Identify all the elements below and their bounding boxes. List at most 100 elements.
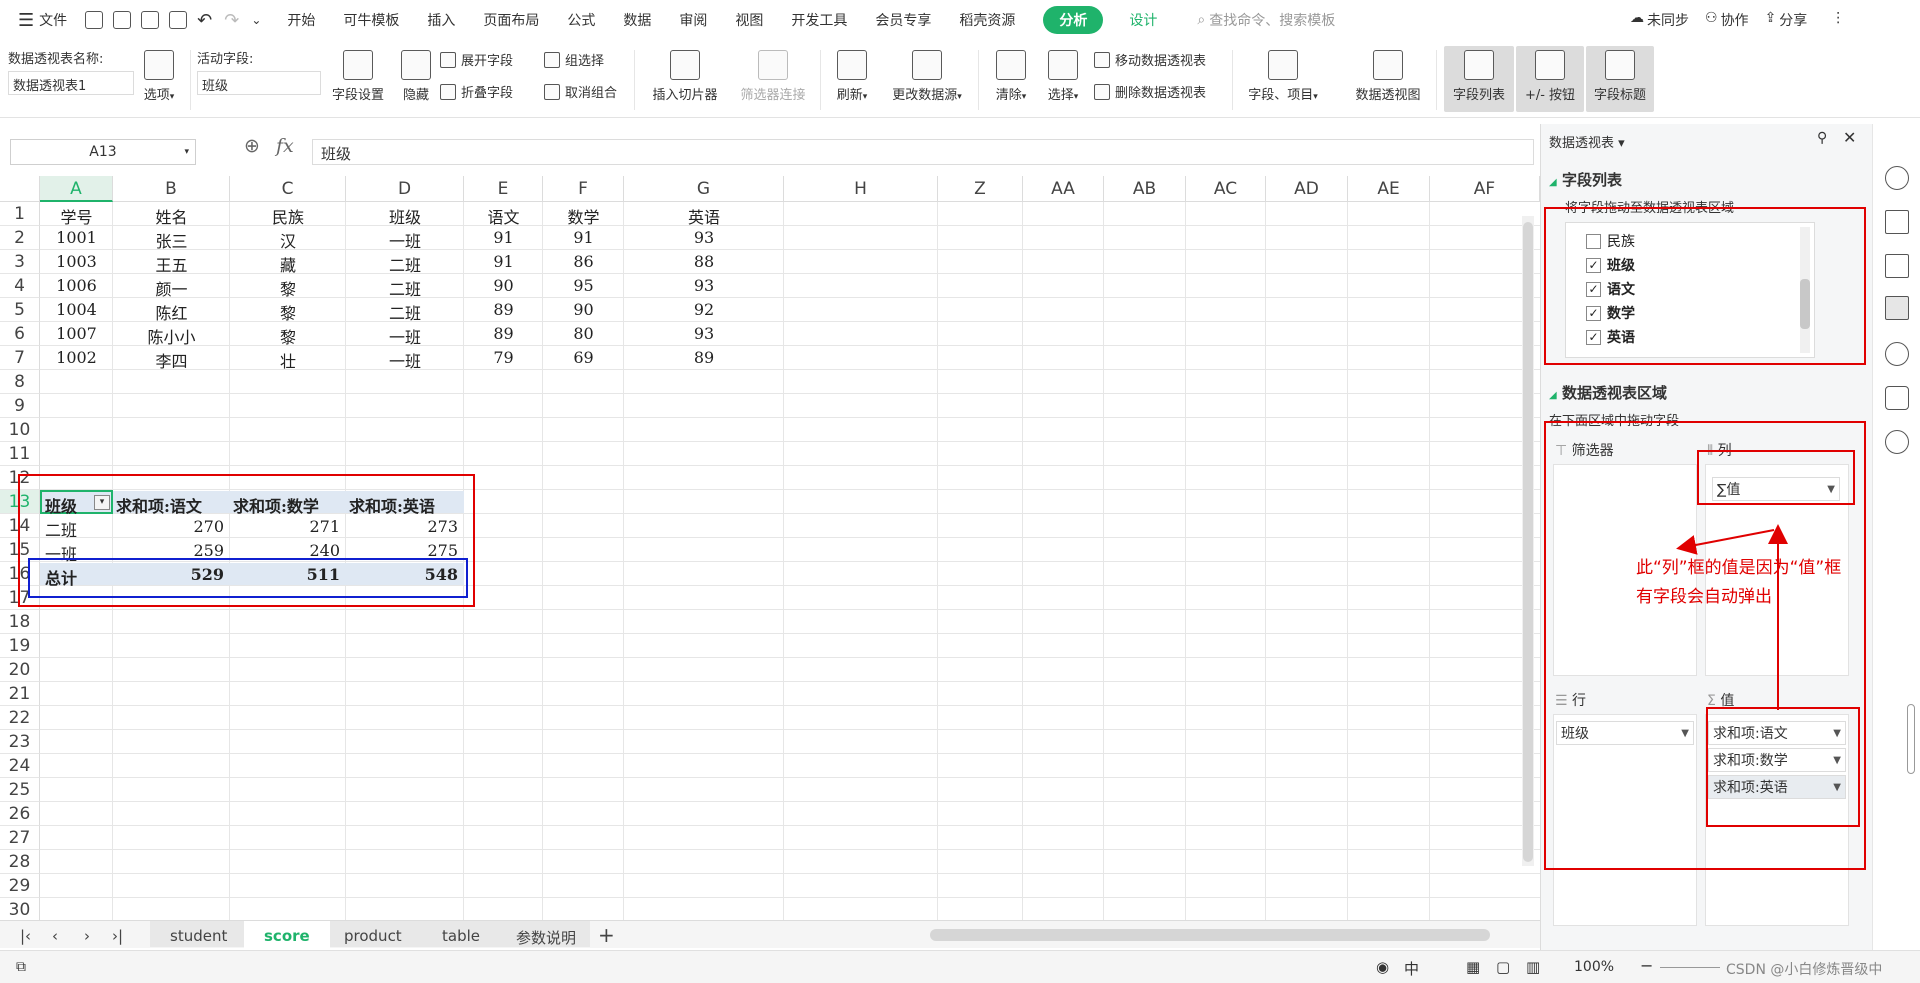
tab-page-layout[interactable]: 页面布局 [483,10,539,30]
column-header-ab[interactable]: AB [1104,176,1186,202]
row-header-4[interactable]: 4 [0,274,40,298]
print-icon[interactable] [141,11,160,29]
options-button[interactable]: 选项▾ [138,50,180,103]
field-headers-button[interactable]: 字段标题 [1586,46,1654,112]
column-header-a[interactable]: A [40,176,113,202]
row-header-21[interactable]: 21 [0,682,40,706]
normal-view-icon[interactable]: ▦ [1466,958,1480,976]
filter-connection-button[interactable]: 筛选器连接 [734,50,812,103]
row-header-2[interactable]: 2 [0,226,40,250]
insert-slicer-button[interactable]: 插入切片器 [646,50,724,103]
export-icon[interactable] [113,11,132,29]
tab-analysis[interactable]: 分析 [1043,6,1104,34]
eye-protection-icon[interactable]: ◉ [1376,958,1389,976]
row-header-26[interactable]: 26 [0,802,40,826]
column-header-ac[interactable]: AC [1186,176,1266,202]
pivot-name-input[interactable]: 数据透视表1 [8,71,134,95]
column-header-aa[interactable]: AA [1023,176,1104,202]
sheet-tab-score[interactable]: score [244,921,330,949]
column-header-f[interactable]: F [543,176,624,202]
collab-button[interactable]: 协作 [1721,10,1749,30]
page-break-view-icon[interactable]: ▥ [1526,958,1540,976]
active-field-input[interactable]: 班级 [197,71,321,95]
collapse-field-button[interactable]: 折叠字段 [440,82,513,101]
refresh-button[interactable]: 刷新▾ [830,50,874,103]
rocket-icon[interactable] [1885,166,1909,190]
select-all-corner[interactable] [0,176,40,202]
change-source-button[interactable]: 更改数据源▾ [882,50,972,103]
zoom-level[interactable]: 100% [1574,959,1614,975]
column-header-c[interactable]: C [230,176,346,202]
column-header-g[interactable]: G [624,176,784,202]
name-box[interactable]: A13 ▾ [10,139,196,165]
column-header-b[interactable]: B [113,176,230,202]
row-header-20[interactable]: 20 [0,658,40,682]
pivot-chart-button[interactable]: 数据透视图 [1348,50,1428,103]
command-search[interactable]: ⌕ 查找命令、搜索模板 [1197,10,1335,30]
select-button[interactable]: 选择▾ [1040,50,1086,103]
sheet-tab-params[interactable]: 参数说明 [516,927,576,948]
share-button[interactable]: 分享 [1779,10,1807,30]
row-header-11[interactable]: 11 [0,442,40,466]
row-header-10[interactable]: 10 [0,418,40,442]
row-header-25[interactable]: 25 [0,778,40,802]
zoom-slider[interactable] [1660,967,1720,968]
sheet-tab-student[interactable]: student [170,927,227,945]
next-sheet-icon[interactable]: › [84,927,90,945]
tab-view[interactable]: 视图 [735,10,763,30]
help-icon[interactable] [1885,342,1909,366]
row-header-18[interactable]: 18 [0,610,40,634]
row-header-3[interactable]: 3 [0,250,40,274]
tab-formulas[interactable]: 公式 [567,10,595,30]
tab-developer[interactable]: 开发工具 [791,10,847,30]
tab-resources[interactable]: 稻壳资源 [959,10,1015,30]
prev-sheet-icon[interactable]: ‹ [52,927,58,945]
tab-data[interactable]: 数据 [623,10,651,30]
row-header-24[interactable]: 24 [0,754,40,778]
last-sheet-icon[interactable]: ›| [112,927,123,945]
cursor-icon[interactable] [1885,210,1909,234]
save-icon[interactable] [85,11,104,29]
first-sheet-icon[interactable]: |‹ [20,927,31,945]
column-header-h[interactable]: H [784,176,938,202]
column-header-af[interactable]: AF [1430,176,1540,202]
tab-home[interactable]: 开始 [287,10,315,30]
fx-icon[interactable]: fx [276,135,294,157]
add-sheet-icon[interactable]: + [598,923,615,947]
sheet-tab-table[interactable]: table [442,927,480,945]
row-header-19[interactable]: 19 [0,634,40,658]
row-header-1[interactable]: 1 [0,202,40,226]
ungroup-button[interactable]: 取消组合 [544,82,617,101]
sheet-tab-product[interactable]: product [344,927,402,945]
input-method-icon[interactable]: 中 [1404,958,1419,979]
formula-input[interactable]: 班级 [312,139,1534,165]
quick-access-more-icon[interactable]: ⌄ [251,13,261,27]
tab-templates[interactable]: 可牛模板 [343,10,399,30]
field-settings-button[interactable]: 字段设置 [326,50,390,103]
row-header-7[interactable]: 7 [0,346,40,370]
row-header-30[interactable]: 30 [0,898,40,920]
column-header-ae[interactable]: AE [1348,176,1430,202]
delete-pivot-button[interactable]: 删除数据透视表 [1094,82,1206,101]
tab-review[interactable]: 审阅 [679,10,707,30]
backup-icon[interactable] [1885,386,1909,410]
tab-design[interactable]: 设计 [1129,10,1157,30]
page-layout-view-icon[interactable]: ▢ [1496,958,1510,976]
tab-member[interactable]: 会员专享 [875,10,931,30]
row-header-29[interactable]: 29 [0,874,40,898]
column-header-d[interactable]: D [346,176,464,202]
zoom-out-icon[interactable]: − [1640,956,1653,975]
row-header-5[interactable]: 5 [0,298,40,322]
undo-icon[interactable]: ↶ [197,10,212,31]
move-pivot-button[interactable]: 移动数据透视表 [1094,50,1206,69]
horizontal-scrollbar[interactable] [930,929,1490,941]
row-header-6[interactable]: 6 [0,322,40,346]
sync-status[interactable]: 未同步 [1647,10,1689,30]
pivot-panel-icon[interactable] [1885,296,1909,320]
row-header-23[interactable]: 23 [0,730,40,754]
redo-icon[interactable]: ↷ [224,10,239,31]
vertical-scrollbar-thumb[interactable] [1523,222,1533,862]
zoom-formula-icon[interactable]: ⊕ [244,135,260,157]
column-header-z[interactable]: Z [938,176,1023,202]
row-header-22[interactable]: 22 [0,706,40,730]
